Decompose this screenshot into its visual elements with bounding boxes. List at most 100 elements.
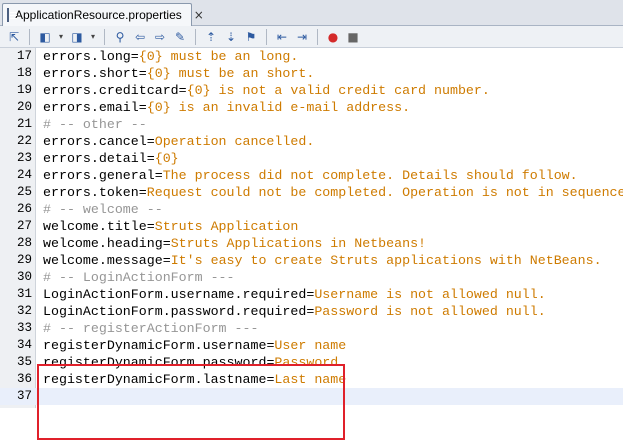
shift-right-icon[interactable]: ⇥ — [294, 29, 310, 45]
line-number: 23 — [16, 151, 32, 165]
stop-macro-icon[interactable]: ■ — [345, 29, 361, 45]
toggle-highlight-icon[interactable]: ✎ — [172, 29, 188, 45]
property-value: {0} — [154, 151, 179, 166]
equals-sign: = — [146, 151, 155, 166]
code-line[interactable]: 20 errors.email={0} is an invalid e-mail … — [0, 99, 623, 116]
tab-application-resource[interactable]: ApplicationResource.properties × — [2, 3, 204, 26]
comment-text: # -- other -- — [43, 117, 147, 132]
next-bookmark-icon[interactable]: ⇣ — [223, 29, 239, 45]
property-key: LoginActionForm.username.required — [43, 287, 307, 302]
code-line[interactable]: 22 errors.cancel=Operation cancelled. — [0, 133, 623, 150]
property-value: Username is not allowed null. — [314, 287, 546, 302]
property-key: errors.detail — [43, 151, 147, 166]
code-line[interactable]: 33 # -- registerActionForm --- — [0, 320, 623, 337]
code-line[interactable]: 31 LoginActionForm.username.required=User… — [0, 286, 623, 303]
property-value: {0} must be an long. — [138, 49, 299, 64]
property-value: {0} is not a valid credit card number. — [186, 83, 490, 98]
line-number: 34 — [16, 338, 32, 352]
property-value: The process did not complete. Details sh… — [162, 168, 578, 183]
line-number: 28 — [16, 236, 32, 250]
toolbar-separator — [104, 28, 105, 45]
find-next-icon[interactable]: ⇨ — [152, 29, 168, 45]
line-number: 17 — [16, 49, 32, 63]
line-number: 26 — [16, 202, 32, 216]
last-edit-icon[interactable]: ⇱ — [6, 29, 22, 45]
equals-sign: = — [178, 83, 187, 98]
shift-left-icon[interactable]: ⇤ — [274, 29, 290, 45]
property-key: errors.cancel — [43, 134, 147, 149]
toolbar-separator — [317, 28, 318, 45]
forward-dropdown-icon[interactable]: ▾ — [89, 29, 97, 45]
line-number: 21 — [16, 117, 32, 131]
code-line[interactable]: 35 registerDynamicForm.password=Password — [0, 354, 623, 371]
equals-sign: = — [146, 219, 155, 234]
code-line[interactable]: 24 errors.general=The process did not com… — [0, 167, 623, 184]
code-line[interactable]: 32 LoginActionForm.password.required=Pass… — [0, 303, 623, 320]
line-number: 33 — [16, 321, 32, 335]
properties-file-icon — [7, 8, 17, 22]
equals-sign: = — [138, 100, 147, 115]
start-macro-icon[interactable]: ● — [325, 29, 341, 45]
code-text: errors.detail={0} — [43, 150, 179, 167]
line-number: 37 — [16, 389, 32, 403]
property-key: errors.email — [43, 100, 139, 115]
code-text: registerDynamicForm.username=User name — [43, 337, 346, 354]
code-text: errors.creditcard={0} is not a valid cre… — [43, 82, 490, 99]
equals-sign: = — [138, 66, 147, 81]
property-value: Struts Applications in Netbeans! — [170, 236, 427, 251]
code-line[interactable]: 25 errors.token=Request could not be comp… — [0, 184, 623, 201]
code-line[interactable]: 29 welcome.message=It's easy to create St… — [0, 252, 623, 269]
code-line[interactable]: 18 errors.short={0} must be an short. — [0, 65, 623, 82]
find-icon[interactable]: ⚲ — [112, 29, 128, 45]
line-number: 25 — [16, 185, 32, 199]
code-line[interactable]: 36 registerDynamicForm.lastname=Last name — [0, 371, 623, 388]
find-previous-icon[interactable]: ⇦ — [132, 29, 148, 45]
line-number: 22 — [16, 134, 32, 148]
forward-icon[interactable]: ◨ — [69, 29, 85, 45]
toolbar-separator — [29, 28, 30, 45]
property-key: registerDynamicForm.password — [43, 355, 267, 370]
property-key: welcome.title — [43, 219, 147, 234]
comment-text: # -- welcome -- — [43, 202, 163, 217]
line-number: 29 — [16, 253, 32, 267]
close-icon[interactable]: × — [194, 8, 204, 22]
property-value: User name — [274, 338, 347, 353]
code-line[interactable]: 34 registerDynamicForm.username=User name — [0, 337, 623, 354]
code-line[interactable]: 21 # -- other -- — [0, 116, 623, 133]
code-editor[interactable]: 17 errors.long={0} must be an long. 18 erro… — [0, 48, 623, 440]
code-text: welcome.message=It's easy to create Stru… — [43, 252, 602, 269]
equals-sign: = — [162, 253, 171, 268]
code-text: registerDynamicForm.lastname=Last name — [43, 371, 346, 388]
code-line[interactable]: 19 errors.creditcard={0} is not a valid c… — [0, 82, 623, 99]
code-text: welcome.title=Struts Application — [43, 218, 298, 235]
line-number: 30 — [16, 270, 32, 284]
property-key: LoginActionForm.password.required — [43, 304, 307, 319]
code-line[interactable]: 30 # -- LoginActionForm --- — [0, 269, 623, 286]
code-line[interactable]: 23 errors.detail={0} — [0, 150, 623, 167]
code-text: # -- registerActionForm --- — [43, 320, 258, 337]
editor-tab-bar: ApplicationResource.properties × — [0, 0, 623, 26]
line-number: 36 — [16, 372, 32, 386]
property-key: errors.general — [43, 168, 155, 183]
editor-toolbar: ⇱ ◧ ▾ ◨ ▾ ⚲ ⇦ ⇨ ✎ ⇡ ⇣ ⚑ ⇤ ⇥ ● ■ — [0, 26, 623, 48]
code-text: welcome.heading=Struts Applications in N… — [43, 235, 426, 252]
equals-sign: = — [146, 134, 155, 149]
previous-bookmark-icon[interactable]: ⇡ — [203, 29, 219, 45]
code-line[interactable]: 27 welcome.title=Struts Application — [0, 218, 623, 235]
property-value: Password — [274, 355, 339, 370]
code-line[interactable]: 17 errors.long={0} must be an long. — [0, 48, 623, 65]
equals-sign: = — [130, 49, 139, 64]
back-icon[interactable]: ◧ — [37, 29, 53, 45]
comment-text: # -- registerActionForm --- — [43, 321, 259, 336]
property-key: errors.short — [43, 66, 139, 81]
back-dropdown-icon[interactable]: ▾ — [57, 29, 65, 45]
code-text: LoginActionForm.username.required=Userna… — [43, 286, 546, 303]
code-line[interactable]: 37 — [0, 388, 623, 405]
line-number: 19 — [16, 83, 32, 97]
code-text: errors.short={0} must be an short. — [43, 65, 314, 82]
code-line[interactable]: 28 welcome.heading=Struts Applications in… — [0, 235, 623, 252]
toolbar-separator — [266, 28, 267, 45]
toggle-bookmark-icon[interactable]: ⚑ — [243, 29, 259, 45]
code-line[interactable]: 26 # -- welcome -- — [0, 201, 623, 218]
line-number: 32 — [16, 304, 32, 318]
